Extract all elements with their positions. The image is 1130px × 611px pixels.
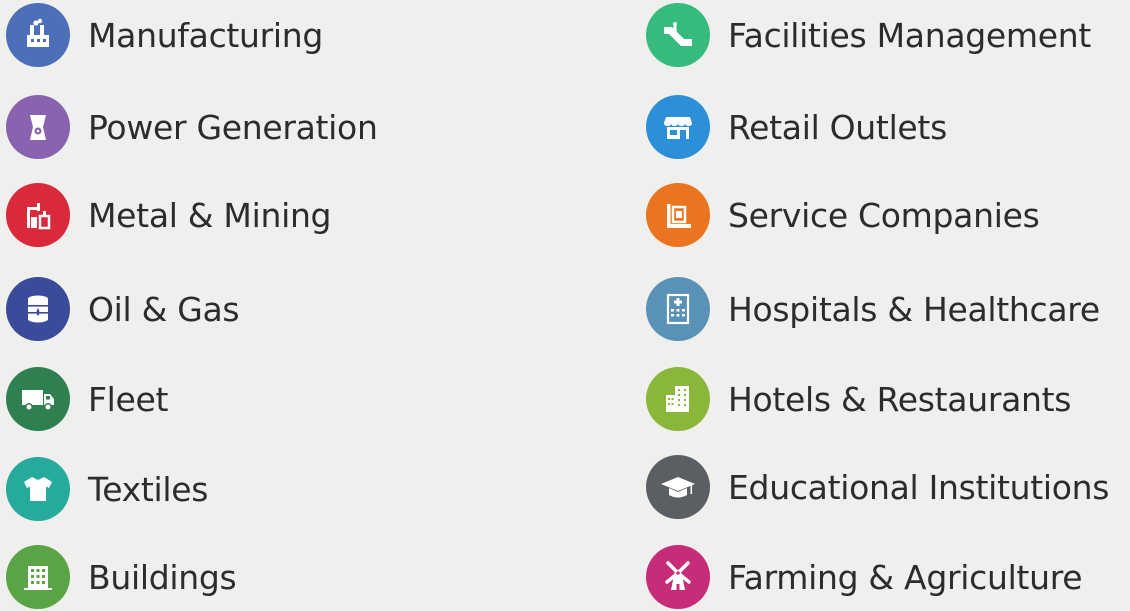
list-item: Oil & Gas — [6, 277, 240, 341]
tshirt-icon — [24, 477, 52, 501]
list-item: Hotels & Restaurants — [646, 367, 1071, 431]
item-label: Educational Institutions — [728, 467, 1110, 507]
list-item: Educational Institutions — [646, 455, 1109, 519]
list-item: Manufacturing — [6, 3, 323, 67]
list-item: Fleet — [6, 367, 169, 431]
list-item: Power Generation — [6, 95, 378, 159]
item-label: Farming & Agriculture — [728, 557, 1083, 597]
list-item: Retail Outlets — [646, 95, 947, 159]
item-label: Hospitals & Healthcare — [728, 289, 1100, 329]
item-label: Manufacturing — [88, 15, 324, 55]
icon-circle — [646, 277, 710, 341]
icon-circle — [646, 183, 710, 247]
icon-circle — [6, 457, 70, 521]
item-label: Textiles — [88, 469, 209, 509]
factory-icon — [27, 18, 49, 47]
hospital-icon — [666, 293, 690, 325]
cooling-tower-icon — [30, 115, 46, 140]
icon-circle — [646, 455, 710, 519]
hotel-icon — [666, 386, 689, 412]
oil-barrel-icon — [28, 295, 48, 323]
graduation-cap-icon — [661, 477, 695, 498]
item-label: Buildings — [88, 557, 237, 597]
list-item: Farming & Agriculture — [646, 545, 1083, 609]
icon-circle — [646, 95, 710, 159]
building-icon — [24, 566, 52, 590]
item-label: Hotels & Restaurants — [728, 379, 1072, 419]
list-item: Metal & Mining — [6, 183, 332, 247]
service-machine-icon — [667, 204, 691, 228]
item-label: Power Generation — [88, 107, 378, 147]
icon-circle — [6, 95, 70, 159]
list-item: Facilities Management — [646, 3, 1091, 67]
icon-circle — [6, 3, 70, 67]
mining-icon — [27, 203, 51, 230]
storefront-icon — [664, 117, 692, 139]
list-item: Hospitals & Healthcare — [646, 277, 1100, 341]
item-label: Retail Outlets — [728, 107, 947, 147]
icon-circle — [6, 545, 70, 609]
icon-circle — [646, 367, 710, 431]
icon-circle — [646, 3, 710, 67]
icon-circle — [6, 367, 70, 431]
list-item: Textiles — [6, 457, 208, 521]
escalator-icon — [664, 22, 692, 46]
list-item: Service Companies — [646, 183, 1040, 247]
icon-circle — [6, 277, 70, 341]
item-label: Facilities Management — [728, 15, 1092, 55]
icon-circle — [646, 545, 710, 609]
item-label: Oil & Gas — [88, 289, 240, 329]
truck-icon — [22, 390, 54, 411]
windmill-icon — [665, 561, 691, 590]
item-label: Metal & Mining — [88, 195, 332, 235]
icon-circle — [6, 183, 70, 247]
list-item: Buildings — [6, 545, 237, 609]
item-label: Service Companies — [728, 195, 1040, 235]
item-label: Fleet — [88, 379, 169, 419]
